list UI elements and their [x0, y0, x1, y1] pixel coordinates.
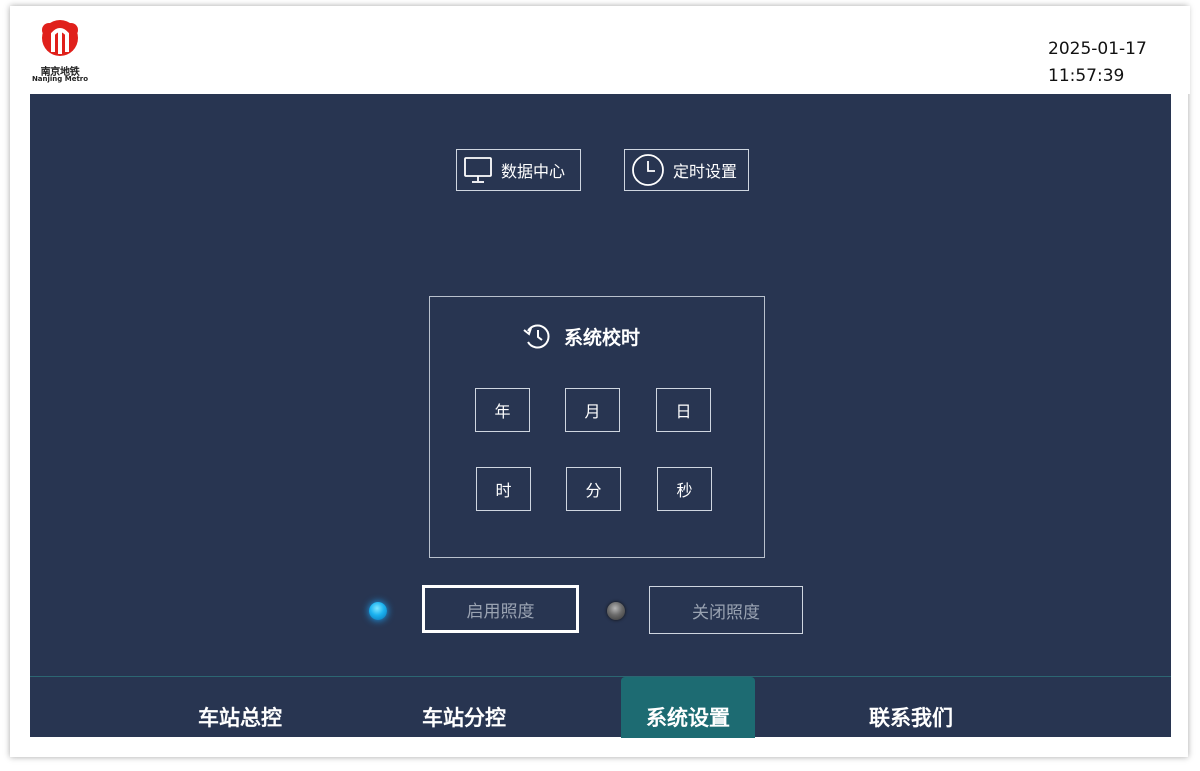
lighting-enabled-indicator: [369, 602, 387, 620]
hour-field[interactable]: 时: [476, 467, 531, 511]
tab-station-sub-control[interactable]: 车站分控: [397, 677, 531, 738]
data-center-label: 数据中心: [501, 162, 566, 181]
logo-subtext: Nanjing Metro: [31, 75, 89, 83]
main-panel: 数据中心 定时设置 系统校时 年 月 日 时 分 秒 启用照度 关闭照度 车站总…: [30, 94, 1171, 738]
monitor-icon: [464, 157, 492, 183]
bottom-tab-bar: 车站总控 车站分控 系统设置 联系我们: [30, 676, 1171, 738]
current-time: 11:57:39: [1048, 66, 1125, 86]
clock-sync-icon: [523, 324, 550, 349]
tab-system-settings[interactable]: 系统设置: [621, 677, 755, 738]
current-date: 2025-01-17: [1048, 39, 1147, 59]
enable-illuminance-button[interactable]: 启用照度: [422, 585, 579, 633]
data-center-button[interactable]: 数据中心: [456, 149, 581, 191]
calibration-title-text: 系统校时: [564, 326, 641, 349]
timer-settings-label: 定时设置: [673, 162, 738, 181]
second-field[interactable]: 秒: [657, 467, 712, 511]
tab-station-master-control[interactable]: 车站总控: [173, 677, 307, 738]
tab-contact-us[interactable]: 联系我们: [844, 677, 978, 738]
minute-field[interactable]: 分: [566, 467, 621, 511]
clock-icon: [632, 154, 664, 186]
clock: 2025-01-17 11:57:39: [1048, 36, 1178, 90]
year-field[interactable]: 年: [475, 388, 530, 432]
day-field[interactable]: 日: [656, 388, 711, 432]
system-time-calibration-panel: 系统校时 年 月 日 时 分 秒: [429, 296, 765, 558]
timer-settings-button[interactable]: 定时设置: [624, 149, 749, 191]
lighting-disabled-indicator: [607, 602, 625, 620]
calibration-title: 系统校时: [522, 321, 640, 351]
month-field[interactable]: 月: [565, 388, 620, 432]
disable-illuminance-button[interactable]: 关闭照度: [649, 586, 803, 634]
header: [30, 6, 1190, 94]
